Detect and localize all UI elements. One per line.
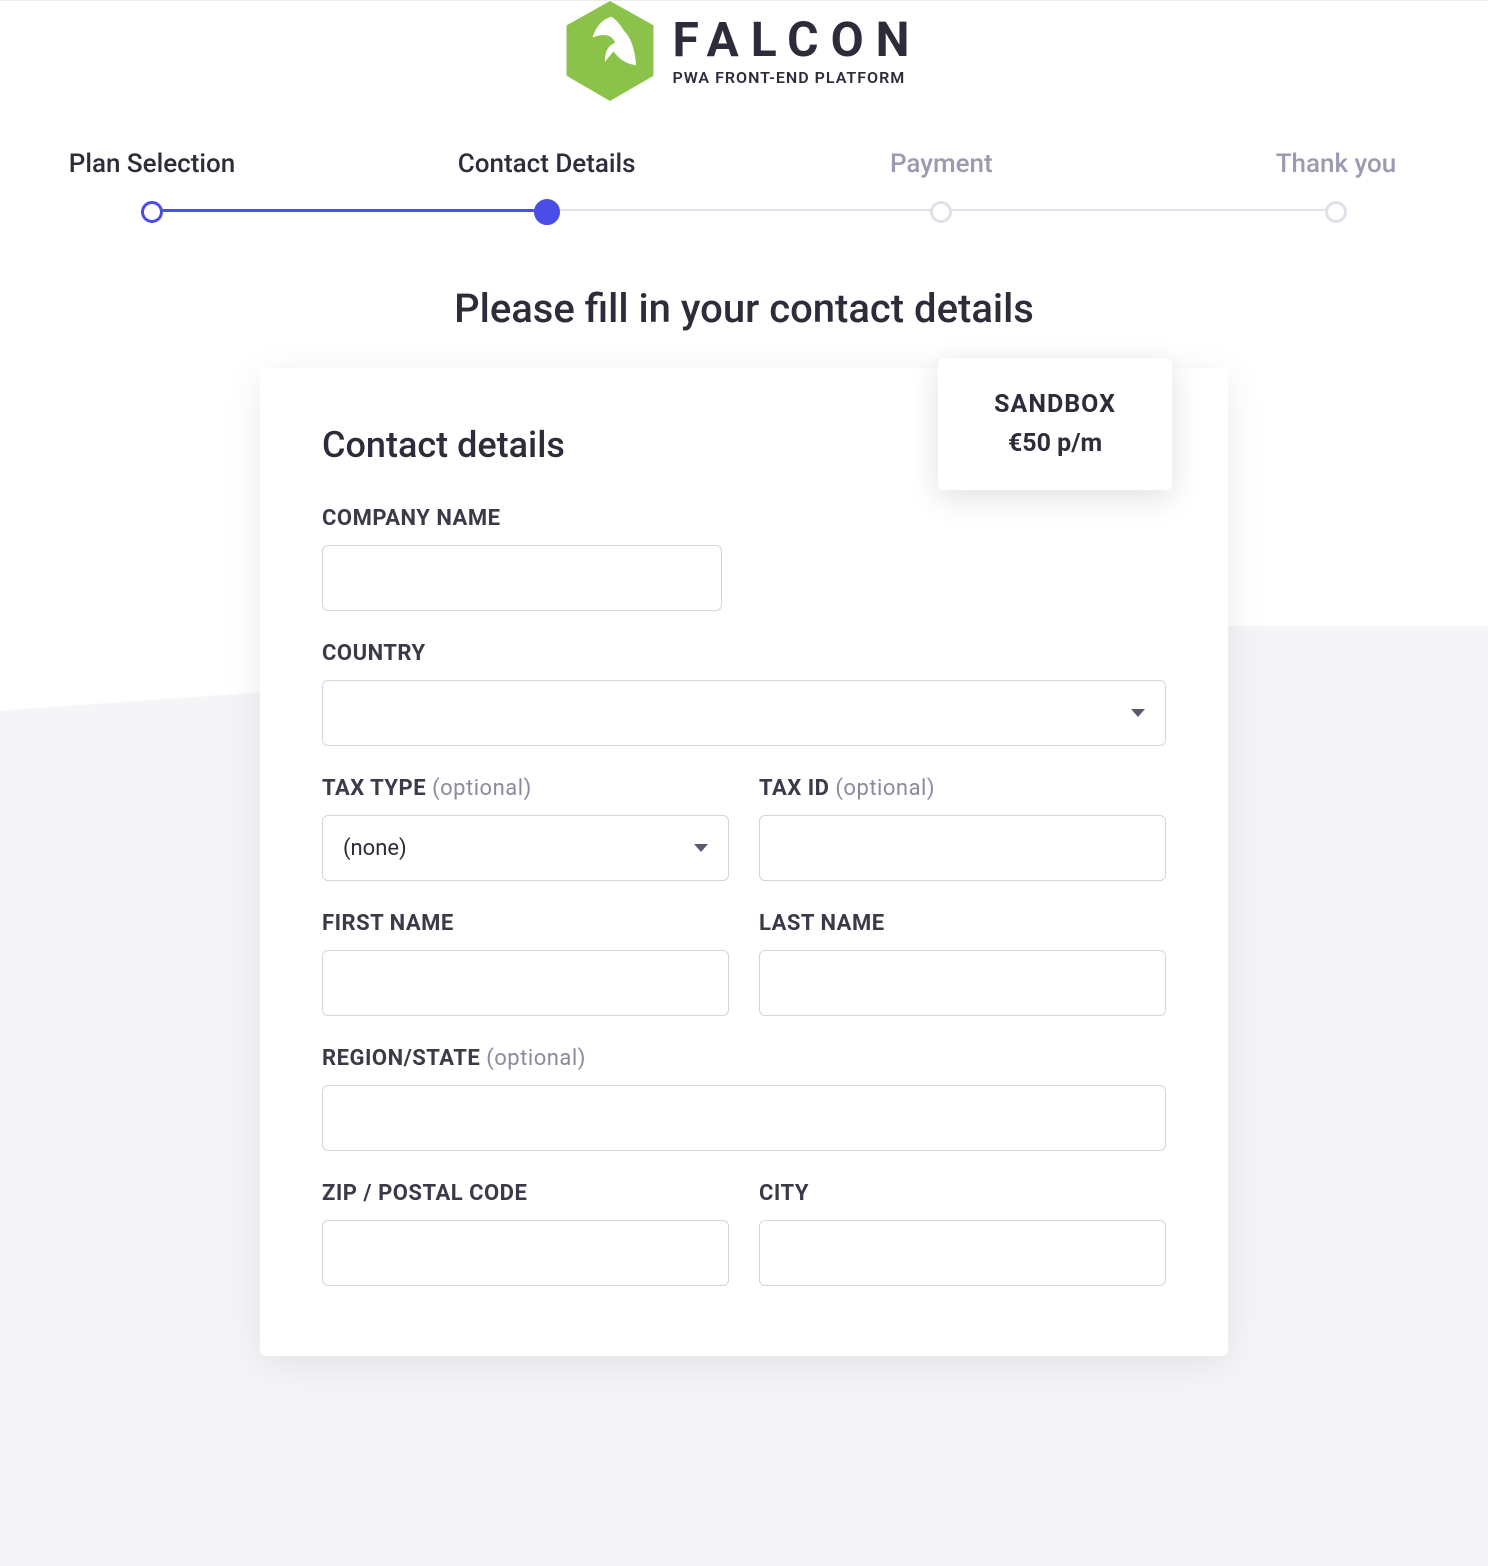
tax-type-select-value: (none) [343, 836, 407, 861]
zip-input[interactable] [322, 1220, 729, 1286]
tax-id-label: TAX ID (optional) [759, 776, 1166, 801]
step-thank-you: Thank you [1240, 149, 1432, 225]
chevron-down-icon [694, 844, 708, 852]
step-dot-icon [1325, 201, 1347, 223]
checkout-stepper: Plan Selection Contact Details Payment T… [56, 149, 1432, 225]
step-dot-icon [930, 201, 952, 223]
step-dot-icon [534, 199, 560, 225]
plan-name: SANDBOX [994, 390, 1116, 419]
tax-type-select[interactable]: (none) [322, 815, 729, 881]
step-payment: Payment [845, 149, 1037, 225]
first-name-input[interactable] [322, 950, 729, 1016]
zip-label: ZIP / POSTAL CODE [322, 1181, 729, 1206]
plan-badge: SANDBOX €50 p/m [938, 358, 1172, 490]
plan-price: €50 p/m [994, 429, 1116, 458]
contact-details-card: Contact details COMPANY NAME COUNTRY [260, 368, 1228, 1356]
step-label: Payment [890, 149, 993, 179]
logo: FALCON PWA FRONT-END PLATFORM [56, 1, 1432, 125]
first-name-label: FIRST NAME [322, 911, 729, 936]
last-name-label: LAST NAME [759, 911, 1166, 936]
page-title: Please fill in your contact details [56, 285, 1432, 332]
company-name-input[interactable] [322, 545, 722, 611]
step-label: Thank you [1276, 149, 1397, 179]
tax-type-label: TAX TYPE (optional) [322, 776, 729, 801]
chevron-down-icon [1131, 709, 1145, 717]
falcon-logo-icon [566, 1, 654, 101]
country-select[interactable] [322, 680, 1166, 746]
tax-id-input[interactable] [759, 815, 1166, 881]
region-state-label: REGION/STATE (optional) [322, 1046, 1166, 1071]
region-state-input[interactable] [322, 1085, 1166, 1151]
country-label: COUNTRY [322, 641, 1166, 666]
step-label: Plan Selection [69, 149, 235, 179]
company-name-label: COMPANY NAME [322, 506, 722, 531]
step-dot-icon [141, 201, 163, 223]
step-contact-details[interactable]: Contact Details [451, 149, 643, 225]
logo-brand-text: FALCON [672, 16, 921, 64]
city-input[interactable] [759, 1220, 1166, 1286]
step-plan-selection[interactable]: Plan Selection [56, 149, 248, 225]
last-name-input[interactable] [759, 950, 1166, 1016]
logo-tagline-text: PWA FRONT-END PLATFORM [672, 68, 921, 87]
city-label: CITY [759, 1181, 1166, 1206]
step-label: Contact Details [458, 149, 636, 179]
